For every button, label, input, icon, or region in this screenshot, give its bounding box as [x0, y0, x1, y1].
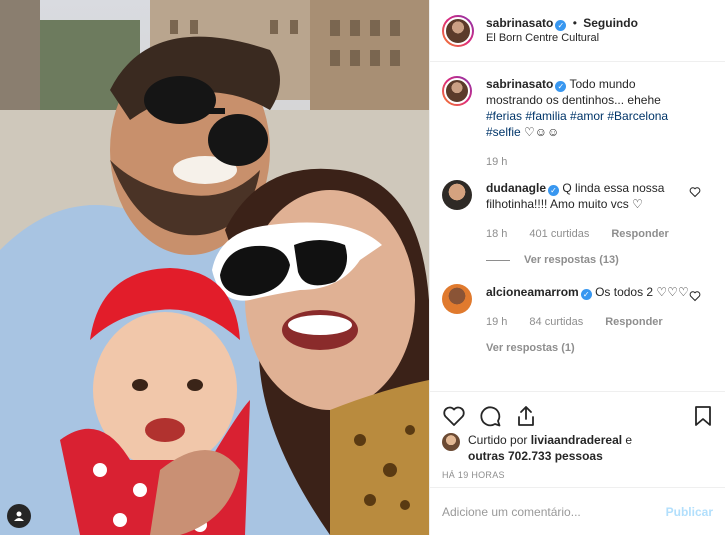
verified-icon: ✓: [548, 185, 560, 196]
add-comment-bar: Publicar: [430, 487, 725, 535]
likes-summary: Curtido por liviaandradereal e outras 70…: [430, 432, 725, 464]
comment-time[interactable]: 19 h: [486, 314, 507, 330]
liker-username[interactable]: liviaandradereal: [531, 433, 622, 447]
comment-item: alcioneamarrom ✓ Os todos 2 ♡♡♡ 19 h 84 c…: [442, 284, 713, 356]
tagged-user-icon[interactable]: [7, 504, 31, 528]
caption-emojis: ♡☺☺: [524, 125, 560, 139]
comments-list[interactable]: sabrinasato ✓ Todo mundo mostrando os den…: [430, 62, 725, 391]
comment-item: dudanagle ✓ Q linda essa nossa filhotinha…: [442, 180, 713, 268]
author-username[interactable]: sabrinasato: [486, 16, 553, 30]
view-replies-button[interactable]: Ver respostas (1): [486, 340, 689, 356]
caption-username[interactable]: sabrinasato: [486, 77, 553, 91]
post-actions: Curtido por liviaandradereal e outras 70…: [430, 391, 725, 535]
replies-line: [486, 259, 510, 261]
like-heart-icon[interactable]: [442, 404, 466, 428]
comment-username[interactable]: alcioneamarrom: [486, 285, 579, 299]
comment-likes[interactable]: 84 curtidas: [529, 314, 583, 330]
comment-likes[interactable]: 401 curtidas: [529, 226, 589, 242]
caption-time[interactable]: 19 h: [486, 154, 507, 170]
liker-avatar[interactable]: [442, 433, 460, 451]
view-replies-label: Ver respostas (13): [524, 254, 619, 266]
comment-avatar[interactable]: [442, 180, 472, 210]
caption-avatar[interactable]: [442, 76, 472, 106]
liked-by-prefix: Curtido por: [468, 433, 531, 447]
post-photo[interactable]: [0, 0, 429, 535]
bookmark-icon[interactable]: [691, 404, 715, 428]
caption-hashtags[interactable]: #ferias #familia #amor #Barcelona #selfi…: [486, 109, 668, 139]
caption: sabrinasato ✓ Todo mundo mostrando os den…: [442, 76, 713, 170]
comment-bubble-icon[interactable]: [478, 404, 502, 428]
like-comment-heart-icon[interactable]: [689, 290, 701, 302]
liked-by-middle: e: [622, 433, 633, 447]
post-header: sabrinasato ✓ • Seguindo El Born Centre C…: [430, 0, 725, 62]
verified-icon: ✓: [580, 289, 592, 300]
reply-button[interactable]: Responder: [605, 314, 662, 330]
author-avatar[interactable]: [442, 14, 474, 47]
reply-button[interactable]: Responder: [611, 226, 668, 242]
like-comment-heart-icon[interactable]: [689, 186, 701, 198]
view-replies-label: Ver respostas (1): [486, 342, 575, 354]
post-timestamp[interactable]: HÁ 19 HORAS: [430, 470, 725, 480]
comment-username[interactable]: dudanagle: [486, 181, 546, 195]
view-replies-button[interactable]: Ver respostas (13): [486, 252, 689, 268]
comment-text: Os todos 2 ♡♡♡: [595, 285, 689, 299]
comment-time[interactable]: 18 h: [486, 226, 507, 242]
selfie-image: [0, 0, 429, 535]
verified-icon: ✓: [555, 19, 567, 31]
comment-avatar[interactable]: [442, 284, 472, 314]
likes-count-link[interactable]: outras 702.733 pessoas: [468, 449, 603, 463]
post-side-panel: sabrinasato ✓ • Seguindo El Born Centre C…: [429, 0, 725, 535]
separator-dot: •: [572, 15, 577, 30]
comment-input[interactable]: [442, 504, 666, 519]
verified-icon: ✓: [555, 81, 567, 92]
follow-status-button[interactable]: Seguindo: [583, 16, 638, 30]
share-icon[interactable]: [514, 404, 538, 428]
location-link[interactable]: El Born Centre Cultural: [486, 31, 638, 46]
publish-button[interactable]: Publicar: [666, 505, 713, 519]
